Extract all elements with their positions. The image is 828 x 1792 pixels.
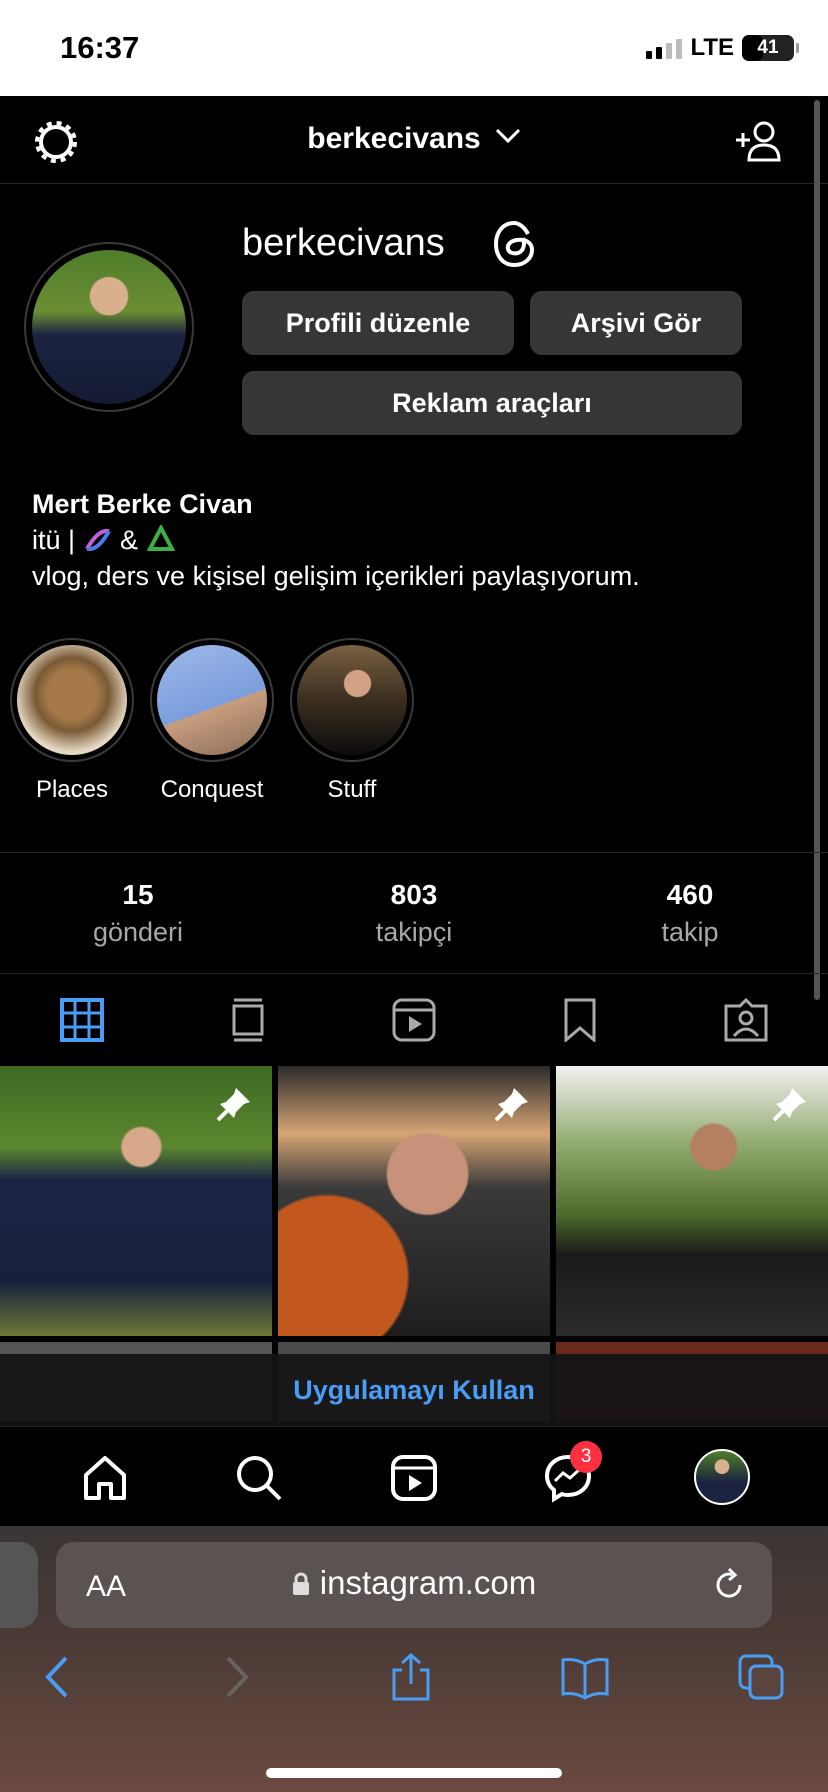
profile-avatar[interactable] — [24, 242, 194, 412]
network-type: LTE — [690, 34, 734, 61]
highlight-conquest[interactable]: Conquest — [150, 638, 274, 804]
profile-username: berkecivans — [242, 222, 445, 264]
chevron-down-icon — [495, 128, 520, 144]
bookmarks-icon[interactable] — [560, 1652, 610, 1702]
feed-tab-icon[interactable] — [224, 998, 272, 1042]
post-thumbnail[interactable] — [278, 1066, 550, 1336]
profile-nav-avatar[interactable] — [694, 1449, 750, 1505]
profile-full-name: Mert Berke Civan — [32, 489, 253, 519]
status-time: 16:37 — [60, 30, 140, 65]
status-right: LTE 41 — [646, 34, 799, 62]
reload-icon[interactable] — [710, 1566, 748, 1604]
address-bar[interactable]: AA instagram.com — [56, 1542, 772, 1628]
highlight-cover — [297, 645, 407, 755]
search-icon[interactable] — [234, 1453, 284, 1503]
profile-bio: Mert Berke Civan itü | & vlog, ders ve k… — [32, 486, 640, 594]
back-icon[interactable] — [34, 1652, 84, 1702]
bottom-nav: 3 — [0, 1426, 828, 1526]
battery-level: 41 — [757, 37, 779, 58]
highlight-cover — [17, 645, 127, 755]
post-thumbnail[interactable] — [556, 1066, 828, 1336]
home-icon[interactable] — [80, 1453, 130, 1503]
tagged-tab-icon[interactable] — [722, 998, 770, 1042]
bio-ampersand: & — [112, 525, 146, 555]
ad-tools-button[interactable]: Reklam araçları — [242, 371, 742, 435]
bio-line-1: itü | & — [32, 522, 640, 558]
battery-icon: 41 — [742, 35, 799, 61]
highlight-cover — [157, 645, 267, 755]
tabs-icon[interactable] — [736, 1652, 786, 1702]
profile-photo — [32, 250, 186, 404]
highlight-label: Places — [35, 776, 109, 803]
reels-tab-icon[interactable] — [390, 998, 438, 1042]
use-app-banner[interactable]: Uygulamayı Kullan — [0, 1354, 828, 1426]
highlight-places[interactable]: Places — [10, 638, 134, 804]
saved-tab-icon[interactable] — [556, 998, 604, 1042]
share-icon[interactable] — [386, 1652, 436, 1702]
dna-emoji-icon — [84, 528, 111, 552]
safari-toolbar: AA instagram.com — [0, 1526, 828, 1792]
highlight-stuff[interactable]: Stuff — [290, 638, 414, 804]
add-user-icon[interactable] — [734, 120, 784, 164]
stat-value: 460 — [666, 879, 714, 910]
profile-stats: 15 gönderi 803 takipçi 460 takip — [0, 852, 828, 974]
view-archive-button[interactable]: Arşivi Gör — [530, 291, 742, 355]
grid-tab-icon[interactable] — [58, 998, 106, 1042]
stat-label: takip — [661, 917, 719, 947]
edit-profile-button[interactable]: Profili düzenle — [242, 291, 514, 355]
avatar — [694, 1449, 750, 1505]
highlight-label: Stuff — [327, 776, 377, 803]
pin-icon — [494, 1088, 528, 1122]
following-count[interactable]: 460 takip — [552, 879, 828, 948]
previous-tab-peek[interactable] — [0, 1542, 38, 1628]
status-bar: 16:37 LTE 41 — [0, 0, 828, 96]
followers-count[interactable]: 803 takipçi — [276, 879, 552, 948]
stat-label: gönderi — [92, 917, 184, 947]
highlight-label: Conquest — [160, 776, 264, 803]
bio-line-2: vlog, ders ve kişisel gelişim içerikleri… — [32, 561, 640, 591]
post-thumbnail[interactable] — [0, 1066, 272, 1336]
threads-icon[interactable] — [492, 220, 538, 268]
forward-icon[interactable] — [210, 1652, 260, 1702]
url-host: instagram.com — [56, 1564, 772, 1602]
reels-icon[interactable] — [389, 1453, 439, 1503]
stat-value: 15 — [122, 879, 154, 910]
profile-tabs — [0, 974, 828, 1066]
bio-prefix: itü | — [32, 525, 83, 555]
pin-icon — [772, 1088, 806, 1122]
signal-icon — [646, 37, 683, 59]
lock-icon — [292, 1572, 309, 1595]
pin-icon — [216, 1088, 250, 1122]
stat-value: 803 — [390, 879, 438, 910]
url-text: instagram.com — [319, 1564, 537, 1601]
stat-label: takipçi — [375, 917, 453, 947]
profile-header: berkecivans — [0, 96, 828, 184]
recycle-emoji-icon — [146, 525, 175, 551]
header-username-switcher[interactable]: berkecivans — [0, 122, 828, 156]
messages-badge: 3 — [570, 1441, 602, 1473]
header-username: berkecivans — [307, 122, 481, 155]
home-indicator[interactable] — [266, 1768, 562, 1778]
posts-count: 15 gönderi — [0, 879, 276, 948]
